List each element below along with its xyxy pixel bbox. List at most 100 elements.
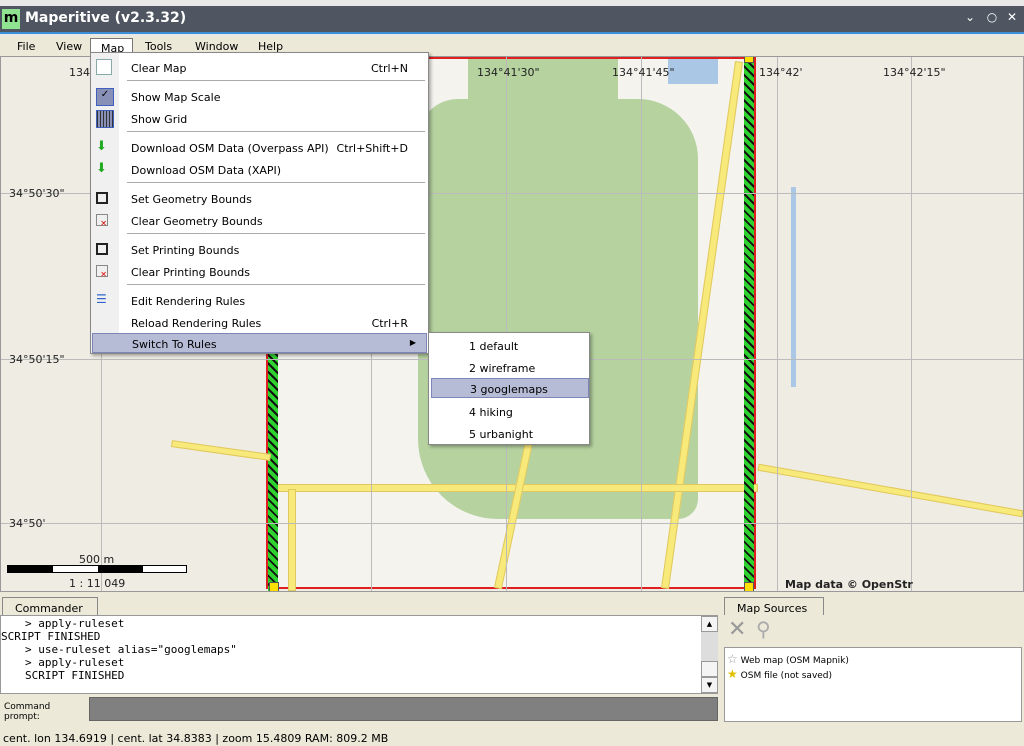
console-line: SCRIPT FINISHED [1,630,101,643]
scale-bar [7,565,187,573]
title-bar: m Maperitive (v2.3.32) ⌄ ○ ✕ [0,0,1024,36]
menu-item-download-xapi[interactable]: ⬇ Download OSM Data (XAPI) [91,160,428,180]
console-line: > use-ruleset alias="googlemaps" [25,643,237,656]
shortcut: Ctrl+N [370,62,408,75]
grid-label-lon: 134°41'45" [612,66,675,79]
remove-source-icon[interactable]: ✕ [728,617,746,642]
label: Clear Geometry Bounds [131,215,263,228]
menu-item-set-geometry-bounds[interactable]: Set Geometry Bounds [91,189,428,209]
grid-label-lon: 134 [69,66,90,79]
label: Clear Map [131,62,187,75]
zoom-to-source-icon[interactable]: ⚲ [756,617,771,641]
road [757,463,1023,518]
sources-toolbar: ✕ ⚲ [724,615,1022,647]
bounds-edge-right [744,59,754,591]
water-area [668,59,718,84]
download-icon: ⬇ [96,161,107,176]
commander-output: > apply-ruleset SCRIPT FINISHED > use-rule… [0,615,718,694]
tab-commander[interactable]: Commander [2,597,98,616]
grid-label-lon: 134°42'15" [883,66,946,79]
bounds-handle[interactable] [744,582,754,591]
label: 4 hiking [469,406,513,419]
grid-line [506,57,507,591]
label: Switch To Rules [132,338,217,351]
label: Clear Printing Bounds [131,266,251,279]
label: Edit Rendering Rules [131,295,246,308]
rules-hiking[interactable]: 4 hiking [431,402,589,422]
close-icon[interactable]: ✕ [1004,10,1020,24]
grid-label-lat: 34°50'15" [9,353,65,366]
menu-file[interactable]: File [17,40,35,53]
menu-item-show-map-scale[interactable]: ✓ Show Map Scale [91,87,428,107]
label: Reload Rendering Rules [131,317,262,330]
menu-item-set-printing-bounds[interactable]: Set Printing Bounds [91,240,428,260]
label: Set Geometry Bounds [131,193,252,206]
rules-default[interactable]: 1 default [431,336,589,356]
console-line: SCRIPT FINISHED [25,669,125,682]
rules-googlemaps[interactable]: 3 googlemaps [431,378,589,398]
park-area [418,99,698,519]
menu-item-show-grid[interactable]: Show Grid [91,109,428,129]
grid-label-lon: 134°42' [759,66,803,79]
grid-label-lat: 34°50'30" [9,187,65,200]
check-icon: ✓ [96,88,114,106]
label: OSM file (not saved) [740,671,833,681]
label: Show Grid [131,113,188,126]
status-bar: cent. lon 134.6919 | cent. lat 34.8383 |… [3,732,389,745]
document-icon [96,59,112,75]
box-icon [96,243,108,255]
command-prompt-input[interactable] [89,697,718,721]
grid-icon [96,110,114,128]
road [288,489,296,591]
grid-label-lon: 134°41'30" [477,66,540,79]
download-icon: ⬇ [96,139,107,154]
source-item[interactable]: ☆ Web map (OSM Mapnik) [727,652,849,666]
star-icon: ☆ [727,652,738,666]
rules-urbanight[interactable]: 5 urbanight [431,424,589,444]
menu-item-clear-map[interactable]: Clear Map Ctrl+N [91,58,428,78]
scroll-up-icon[interactable]: ▲ [701,616,718,632]
menu-item-download-overpass[interactable]: ⬇ Download OSM Data (Overpass API) Ctrl+Sh… [91,138,428,158]
scroll-thumb[interactable] [701,661,718,677]
river [791,187,796,387]
app-logo: m [2,9,20,29]
label: 3 googlemaps [470,383,548,396]
window-title: Maperitive (v2.3.32) [25,10,187,26]
clear-box-icon: ✕ [96,214,108,228]
grid-line [641,57,642,591]
menu-item-switch-to-rules[interactable]: Switch To Rules ▶ [92,333,427,353]
menu-view[interactable]: View [56,40,82,53]
menu-item-clear-printing-bounds[interactable]: ✕ Clear Printing Bounds [91,262,428,282]
grid-line [1,523,1023,524]
road [170,440,272,461]
menu-item-clear-geometry-bounds[interactable]: ✕ Clear Geometry Bounds [91,211,428,231]
attribution: Map data © OpenStr [785,578,913,591]
minimize-icon[interactable]: ⌄ [962,10,978,24]
map-sources-list: ☆ Web map (OSM Mapnik) ★ OSM file (not s… [724,647,1022,722]
label: Download OSM Data (XAPI) [131,164,282,177]
clear-box-icon: ✕ [96,265,108,279]
label: 1 default [469,340,519,353]
road [268,484,758,492]
tab-map-sources[interactable]: Map Sources [724,597,824,616]
bounds-handle[interactable] [744,57,754,63]
command-prompt-label: Command prompt: [0,697,88,722]
box-icon [96,192,108,204]
source-item[interactable]: ★ OSM file (not saved) [727,667,832,681]
scale-ratio: 1 : 11 049 [69,577,126,590]
rules-wireframe[interactable]: 2 wireframe [431,358,589,378]
menu-item-edit-rendering-rules[interactable]: ☰ Edit Rendering Rules [91,291,428,311]
rules-icon: ☰ [96,292,107,306]
shortcut: Ctrl+R [371,317,408,330]
shortcut: Ctrl+Shift+D [336,142,408,155]
label: Show Map Scale [131,91,221,104]
grid-line [777,57,778,591]
scroll-down-icon[interactable]: ▼ [701,677,718,693]
map-menu-dropdown: Clear Map Ctrl+N ✓ Show Map Scale Show Gri… [90,52,429,354]
bounds-handle[interactable] [269,582,279,591]
menu-item-reload-rendering-rules[interactable]: Reload Rendering Rules Ctrl+R [91,313,428,333]
label: 5 urbanight [469,428,534,441]
maximize-icon[interactable]: ○ [984,10,1000,24]
console-scrollbar[interactable]: ▲ ▼ [701,616,718,693]
grid-line [911,57,912,591]
